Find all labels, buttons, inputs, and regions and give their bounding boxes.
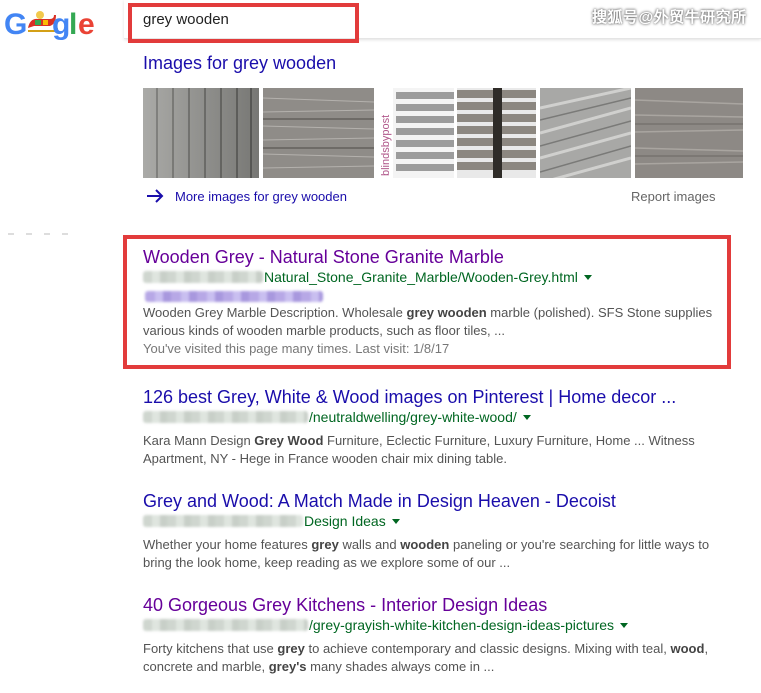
caret-down-icon[interactable]	[620, 622, 629, 628]
blurred-url-segment	[143, 515, 303, 527]
result-url-text: Design Ideas	[304, 513, 386, 529]
thumb-watermark-text: blindsbypost	[380, 115, 392, 176]
blurred-url-segment	[143, 411, 308, 423]
section-divider	[8, 233, 68, 235]
logo-letter-l: l	[69, 8, 77, 41]
arrow-right-icon	[147, 189, 164, 203]
caret-down-icon[interactable]	[391, 518, 400, 524]
result-url-text: /grey-grayish-white-kitchen-design-ideas…	[309, 617, 615, 633]
result-title-link[interactable]: 126 best Grey, White & Wood images on Pi…	[143, 386, 733, 408]
result-title-link[interactable]: 40 Gorgeous Grey Kitchens - Interior Des…	[143, 594, 733, 616]
google-logo[interactable]: G g l e	[4, 6, 100, 41]
search-result-3: Grey and Wood: A Match Made in Design He…	[143, 490, 733, 572]
search-highlight-box	[128, 3, 359, 43]
result-snippet: Whether your home features grey walls an…	[143, 537, 710, 570]
result-url: Design Ideas	[143, 512, 733, 530]
image-thumb-3[interactable]: blindsbypost	[378, 88, 454, 178]
logo-letter-e: e	[78, 8, 95, 41]
result-url: /grey-grayish-white-kitchen-design-ideas…	[143, 616, 733, 634]
result-title-link[interactable]: Grey and Wood: A Match Made in Design He…	[143, 490, 733, 512]
images-heading-link[interactable]: Images for grey wooden	[143, 53, 336, 74]
blurred-url-segment	[143, 619, 308, 631]
more-images-link[interactable]: More images for grey wooden	[175, 189, 347, 204]
more-images-row[interactable]: More images for grey wooden	[145, 186, 347, 206]
caret-down-icon[interactable]	[522, 414, 531, 420]
logo-letter-g: G	[4, 8, 27, 41]
result-highlight-box	[123, 235, 731, 369]
image-thumb-2[interactable]	[263, 88, 374, 178]
result-url: /neutraldwelling/grey-white-wood/	[143, 408, 733, 426]
search-result-4: 40 Gorgeous Grey Kitchens - Interior Des…	[143, 594, 733, 676]
image-thumb-4[interactable]	[457, 88, 536, 178]
result-url-text: /neutraldwelling/grey-white-wood/	[309, 409, 517, 425]
watermark-text: 搜狐号@外贸牛研究所	[592, 9, 747, 26]
image-thumb-1[interactable]	[143, 88, 259, 178]
report-images-link[interactable]: Report images	[631, 189, 716, 204]
image-thumb-6[interactable]	[635, 88, 743, 178]
logo-letter-g2: g	[52, 8, 70, 41]
result-snippet: Forty kitchens that use grey to achieve …	[143, 641, 709, 674]
search-result-2: 126 best Grey, White & Wood images on Pi…	[143, 386, 733, 468]
result-snippet: Kara Mann Design Grey Wood Furniture, Ec…	[143, 433, 695, 466]
image-thumb-5[interactable]	[540, 88, 631, 178]
